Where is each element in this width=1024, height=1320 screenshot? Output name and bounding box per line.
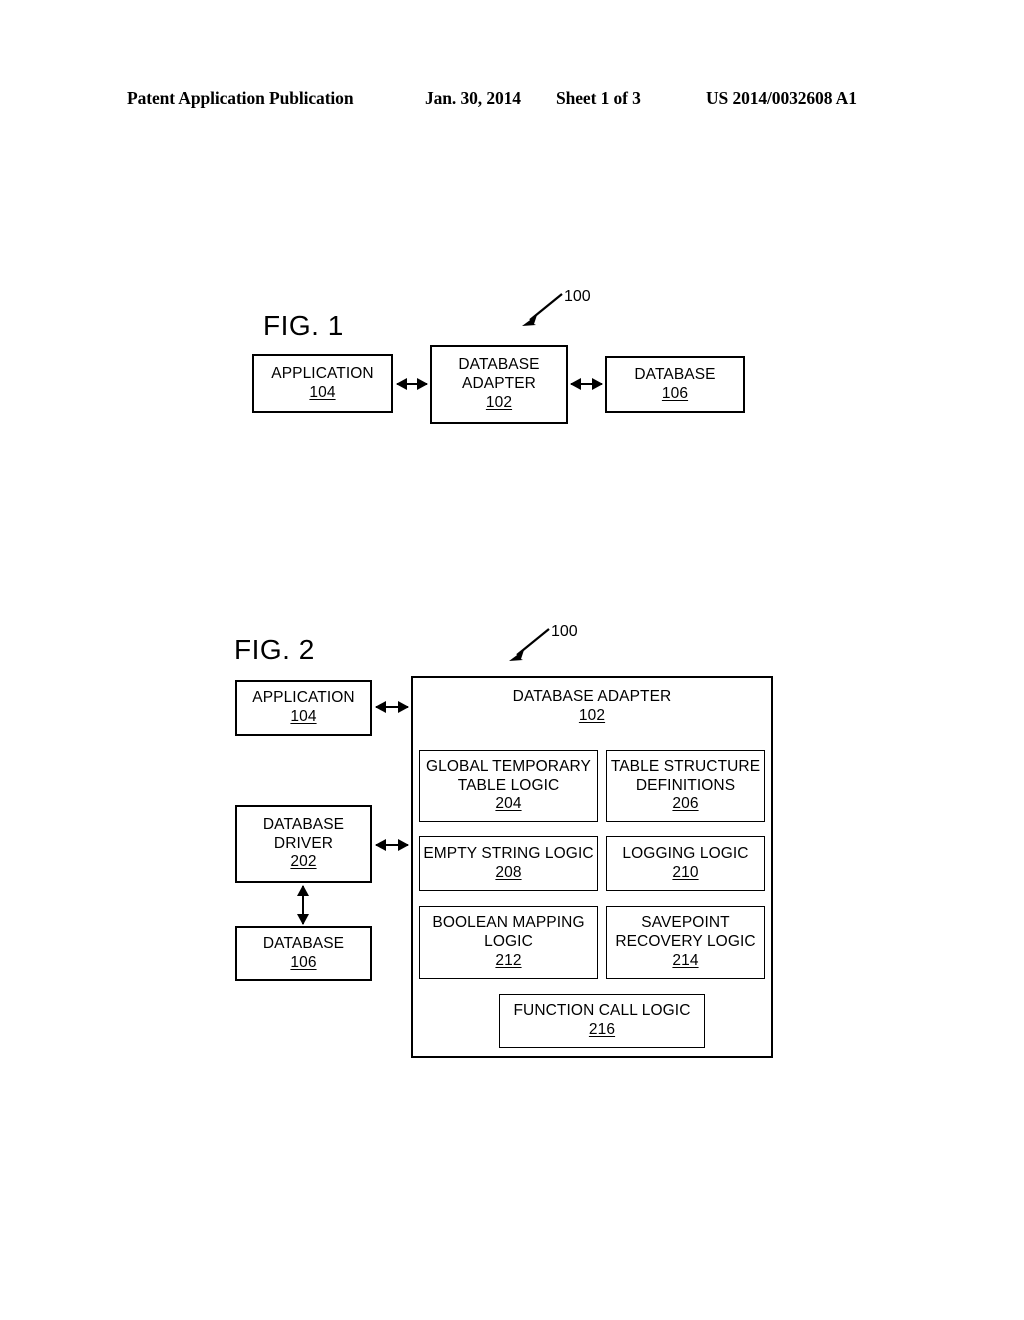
fig1-database-title: DATABASE xyxy=(634,365,716,383)
module-ref: 212 xyxy=(495,951,522,969)
fig1-application-ref: 104 xyxy=(309,383,336,401)
module-title-line1: GLOBAL TEMPORARY xyxy=(426,757,591,775)
module-title-line1: EMPTY STRING LOGIC xyxy=(423,844,594,862)
module-title-line1: SAVEPOINT xyxy=(641,914,730,932)
module-title-line1: TABLE STRUCTURE xyxy=(610,757,761,775)
fig1-application-box: APPLICATION 104 xyxy=(252,354,393,413)
module-title-line2: LOGIC xyxy=(484,933,533,951)
fig2-database-ref: 106 xyxy=(290,953,317,971)
figure-1-reference-numeral: 100 xyxy=(564,288,591,305)
fig1-adapter-title-line1: DATABASE xyxy=(458,356,540,374)
fig2-arrow-application-adapter xyxy=(375,701,409,713)
module-title-line2: DEFINITIONS xyxy=(635,776,736,794)
module-ref: 216 xyxy=(588,1021,616,1038)
fig2-driver-title-line1: DATABASE xyxy=(262,815,345,833)
figure-1-label: FIG. 1 xyxy=(263,310,344,341)
module-title-line1: BOOLEAN MAPPING xyxy=(432,914,585,932)
fig2-module-global-temporary-table-logic: GLOBAL TEMPORARY TABLE LOGIC 204 xyxy=(419,750,598,822)
module-ref: 210 xyxy=(672,863,699,881)
fig1-application-title: APPLICATION xyxy=(271,364,374,382)
fig2-arrow-driver-adapter xyxy=(375,839,409,851)
fig2-database-driver-box: DATABASE DRIVER 202 xyxy=(235,805,372,883)
fig1-database-adapter-box: DATABASE ADAPTER 102 xyxy=(430,345,568,424)
fig1-adapter-title-line2: ADAPTER xyxy=(462,375,536,393)
module-ref: 206 xyxy=(672,795,699,813)
fig1-arrow-adapter-database xyxy=(570,378,603,390)
fig2-module-savepoint-recovery-logic: SAVEPOINT RECOVERY LOGIC 214 xyxy=(606,906,765,979)
fig2-driver-title-line2: DRIVER xyxy=(273,834,334,852)
fig2-application-box: APPLICATION 104 xyxy=(235,680,372,736)
module-ref: 214 xyxy=(672,951,699,969)
fig2-module-table-structure-definitions: TABLE STRUCTURE DEFINITIONS 206 xyxy=(606,750,765,822)
fig2-module-function-call-logic: FUNCTION CALL LOGIC 216 xyxy=(499,994,705,1048)
fig2-module-empty-string-logic: EMPTY STRING LOGIC 208 xyxy=(419,836,598,891)
fig2-module-boolean-mapping-logic: BOOLEAN MAPPING LOGIC 212 xyxy=(419,906,598,979)
fig2-database-box: DATABASE 106 xyxy=(235,926,372,981)
fig2-arrow-driver-database xyxy=(297,885,309,925)
figure-2-lead-line: 100 xyxy=(505,623,595,673)
module-title-line2: RECOVERY LOGIC xyxy=(615,933,756,951)
fig2-adapter-title: DATABASE ADAPTER xyxy=(512,688,672,705)
module-ref: 208 xyxy=(495,863,522,881)
header-publication-title: Patent Application Publication xyxy=(127,88,354,108)
lead-line-arrow-icon xyxy=(509,628,550,661)
fig1-adapter-ref: 102 xyxy=(485,393,513,411)
module-title-line1: FUNCTION CALL LOGIC xyxy=(513,1002,691,1020)
fig2-application-ref: 104 xyxy=(290,708,317,725)
fig2-driver-ref: 202 xyxy=(290,853,317,871)
fig1-database-ref: 106 xyxy=(661,384,689,402)
module-title-line1: LOGGING LOGIC xyxy=(622,844,749,862)
fig2-database-title: DATABASE xyxy=(262,934,345,952)
module-ref: 204 xyxy=(495,795,522,813)
page-header: Patent Application Publication Jan. 30, … xyxy=(0,88,1024,118)
header-patent-number: US 2014/0032608 A1 xyxy=(706,88,857,108)
fig1-arrow-application-adapter xyxy=(396,378,428,390)
module-title-line2: TABLE LOGIC xyxy=(457,776,560,794)
figure-2-label: FIG. 2 xyxy=(234,634,315,665)
figure-2-reference-numeral: 100 xyxy=(551,623,578,640)
lead-line-arrow-icon xyxy=(522,293,563,326)
fig2-application-title: APPLICATION xyxy=(252,689,355,707)
fig2-module-logging-logic: LOGGING LOGIC 210 xyxy=(606,836,765,891)
fig1-database-box: DATABASE 106 xyxy=(605,356,745,413)
figure-1-lead-line: 100 xyxy=(518,288,608,338)
header-publication-date: Jan. 30, 2014 xyxy=(425,88,521,108)
fig2-adapter-ref: 102 xyxy=(578,706,606,724)
header-sheet-number: Sheet 1 of 3 xyxy=(556,88,641,108)
